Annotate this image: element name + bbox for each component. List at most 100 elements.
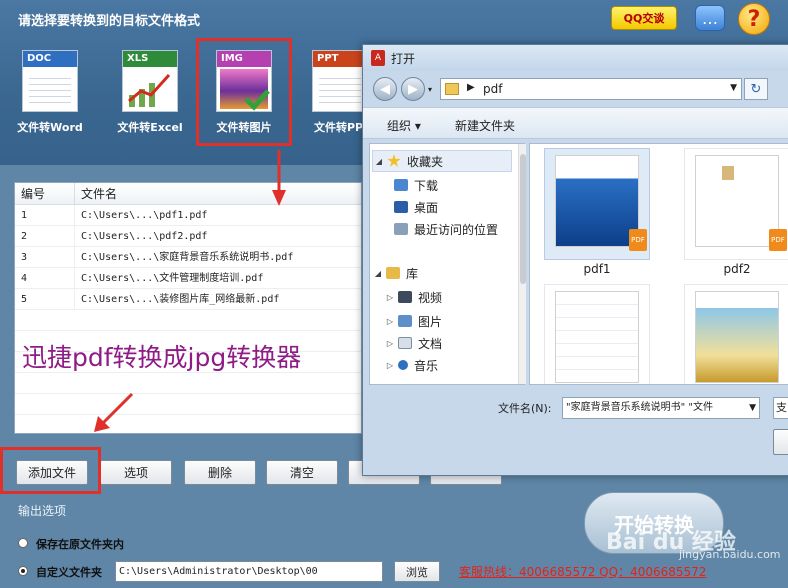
filename-input[interactable]: "家庭背景音乐系统说明书" "文件 ▼ — [562, 397, 760, 419]
output-path-input[interactable]: C:\Users\Administrator\Desktop\00 — [115, 561, 383, 582]
row-number: 5 — [15, 289, 75, 309]
recent-places-icon — [394, 223, 408, 235]
format-tag: XLS — [123, 51, 177, 67]
hotline-link[interactable]: 客服热线：4006685572 QQ：4006685572 — [459, 563, 706, 580]
video-icon — [398, 291, 412, 303]
header-filename[interactable]: 文件名 — [75, 183, 117, 204]
file-thumbnail: PDF — [684, 148, 788, 260]
nav-music[interactable]: ▷ 音乐 — [384, 354, 524, 376]
clipped-label — [530, 374, 548, 384]
star-icon — [387, 154, 401, 167]
nav-pictures[interactable]: ▷ 图片 — [384, 310, 524, 332]
header-number[interactable]: 编号 — [15, 183, 75, 204]
radio-same-folder[interactable] — [18, 538, 28, 548]
chevron-right-icon[interactable]: ▶ — [467, 82, 475, 93]
image-format-highlight — [196, 38, 292, 146]
open-file-dialog[interactable]: A 打开 ◀ ▶ ▾ ▶ pdf ▼ ↻ 组织 ▾ 新建文件夹 ◢ 收藏夹 下载… — [362, 44, 788, 476]
picture-icon — [398, 315, 412, 327]
file-list[interactable]: 编号 文件名 1 C:\Users\...\pdf1.pdf 2 C:\User… — [14, 182, 362, 434]
output-section-title: 输出选项 — [18, 504, 67, 518]
pdf-app-icon: A — [371, 50, 385, 66]
dialog-nav-bar: ◀ ▶ ▾ ▶ pdf ▼ ↻ — [363, 73, 788, 105]
row-filename: C:\Users\...\家庭背景音乐系统说明书.pdf — [81, 252, 294, 263]
nav-downloads[interactable]: 下载 — [394, 174, 534, 196]
row-number: 4 — [15, 268, 75, 288]
converter-app: 请选择要转换到的目标文件格式 QQ交谈 … ? DOC 文件转Word XLS … — [0, 0, 788, 588]
chevron-down-icon[interactable]: ▼ — [730, 83, 737, 93]
format-tag: DOC — [23, 51, 77, 67]
delete-button[interactable]: 删除 — [184, 460, 256, 485]
new-folder-button[interactable]: 新建文件夹 — [455, 117, 515, 134]
file-thumbnail — [544, 284, 650, 384]
dialog-title: 打开 — [391, 52, 416, 66]
same-folder-label[interactable]: 保存在原文件夹内 — [36, 536, 124, 552]
nav-label: 最近访问的位置 — [414, 222, 499, 237]
row-number: 3 — [15, 247, 75, 267]
nav-label: 视频 — [418, 290, 443, 305]
filename-row: 文件名(N): "家庭背景音乐系统说明书" "文件 ▼ 支 — [363, 395, 788, 419]
overlay-caption: 迅捷pdf转换成jpg转换器 — [22, 343, 302, 372]
ppt-doc-icon: PPT — [312, 50, 368, 112]
open-button[interactable] — [773, 429, 788, 455]
format-tag: PPT — [313, 51, 367, 67]
row-filename: C:\Users\...\文件管理制度培训.pdf — [81, 273, 264, 284]
options-button[interactable]: 选项 — [100, 460, 172, 485]
watermark-url: jingyan.baidu.com — [679, 548, 781, 561]
file-type-select[interactable]: 支 — [773, 397, 788, 419]
browse-button[interactable]: 浏览 — [394, 561, 440, 582]
forward-icon[interactable]: ▶ — [401, 77, 425, 101]
nav-recent[interactable]: 最近访问的位置 — [394, 218, 534, 240]
table-row[interactable]: 3 C:\Users\...\家庭背景音乐系统说明书.pdf — [15, 247, 361, 268]
filename-label: 文件名(N): — [498, 402, 552, 415]
file-thumbnail — [684, 284, 788, 384]
radio-custom-folder[interactable] — [18, 566, 28, 576]
nav-videos[interactable]: ▷ 视频 — [384, 286, 524, 308]
help-icon[interactable]: ? — [738, 3, 770, 35]
clear-button[interactable]: 清空 — [266, 460, 338, 485]
format-word-button[interactable]: DOC 文件转Word — [12, 44, 88, 140]
pdf-badge-icon: PDF — [629, 229, 647, 251]
nav-label: 文档 — [418, 336, 443, 351]
document-icon — [398, 337, 412, 349]
nav-label: 库 — [406, 266, 419, 281]
chevron-down-icon[interactable]: ▼ — [749, 398, 756, 418]
file-name: pdf2 — [723, 262, 751, 276]
qq-chat-button[interactable]: QQ交谈 — [611, 6, 677, 30]
list-header: 编号 文件名 — [15, 183, 361, 205]
pdf-badge-icon: PDF — [769, 229, 787, 251]
folder-icon — [445, 83, 459, 95]
nav-label: 收藏夹 — [407, 154, 444, 169]
music-icon — [398, 360, 408, 370]
format-excel-button[interactable]: XLS 文件转Excel — [112, 44, 188, 140]
table-row[interactable]: 1 C:\Users\...\pdf1.pdf — [15, 205, 361, 226]
dialog-command-bar: 组织 ▾ 新建文件夹 — [363, 107, 788, 139]
row-filename: C:\Users\...\pdf2.pdf — [81, 231, 208, 242]
download-folder-icon — [394, 179, 408, 191]
nav-library[interactable]: ◢ 库 — [372, 262, 512, 284]
table-row[interactable]: 4 C:\Users\...\文件管理制度培训.pdf — [15, 268, 361, 289]
library-icon — [386, 267, 400, 279]
table-row[interactable]: 5 C:\Users\...\装修图片库_网络最新.pdf — [15, 289, 361, 310]
organize-menu[interactable]: 组织 ▾ — [387, 117, 421, 134]
nav-desktop[interactable]: 桌面 — [394, 196, 534, 218]
file-grid[interactable]: PDF pdf1 PDF pdf2 — [529, 143, 788, 385]
chat-bubble-icon[interactable]: … — [695, 5, 725, 31]
nav-scrollbar[interactable] — [518, 144, 526, 384]
dialog-titlebar[interactable]: A 打开 — [363, 45, 788, 71]
file-name: pdf1 — [583, 262, 611, 276]
add-file-highlight — [0, 447, 101, 494]
filename-value: "家庭背景音乐系统说明书" "文件 — [566, 402, 713, 413]
refresh-icon[interactable]: ↻ — [744, 78, 768, 100]
format-label: 文件转Excel — [117, 121, 183, 134]
navigation-pane[interactable]: ◢ 收藏夹 下载 桌面 最近访问的位置 ◢ 库 ▷ 视频 ▷ 图片 ▷ 文档 ▷… — [369, 143, 526, 385]
row-filename: C:\Users\...\装修图片库_网络最新.pdf — [81, 294, 280, 305]
file-thumbnail: PDF — [544, 148, 650, 260]
history-dropdown-icon[interactable]: ▾ — [428, 85, 432, 94]
back-icon[interactable]: ◀ — [373, 77, 397, 101]
custom-folder-label[interactable]: 自定义文件夹 — [36, 564, 102, 580]
row-filename: C:\Users\...\pdf1.pdf — [81, 210, 208, 221]
table-row[interactable]: 2 C:\Users\...\pdf2.pdf — [15, 226, 361, 247]
nav-documents[interactable]: ▷ 文档 — [384, 332, 524, 354]
address-bar[interactable]: ▶ pdf ▼ — [440, 78, 742, 100]
nav-favorites[interactable]: ◢ 收藏夹 — [372, 150, 512, 172]
